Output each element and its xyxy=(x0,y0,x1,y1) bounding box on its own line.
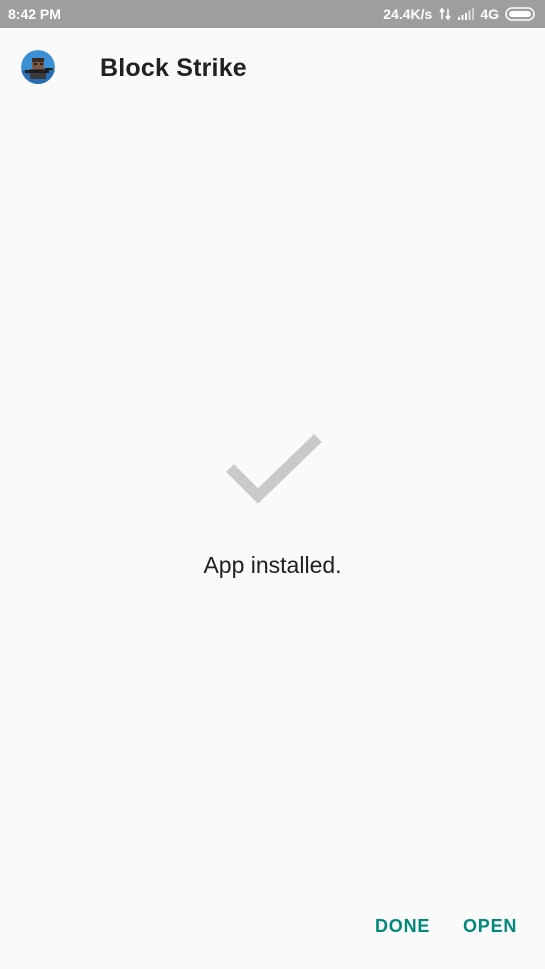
battery-icon xyxy=(505,7,537,21)
network-type: 4G xyxy=(480,6,499,22)
app-title: Block Strike xyxy=(100,54,247,82)
open-button[interactable]: OPEN xyxy=(463,910,517,942)
network-speed: 24.4K/s xyxy=(383,6,433,22)
app-icon xyxy=(21,50,55,84)
installer-screen: 8:42 PM 24.4K/s 4G Block Strike App inst… xyxy=(0,0,545,969)
data-transfer-icon xyxy=(438,7,452,21)
status-time: 8:42 PM xyxy=(8,6,61,22)
checkmark-icon xyxy=(224,432,324,508)
done-button[interactable]: DONE xyxy=(375,910,430,942)
status-indicators: 24.4K/s 4G xyxy=(383,6,537,22)
app-header: Block Strike xyxy=(0,28,545,108)
signal-icon xyxy=(458,8,475,20)
status-bar: 8:42 PM 24.4K/s 4G xyxy=(0,0,545,28)
install-status-message: App installed. xyxy=(203,552,342,578)
